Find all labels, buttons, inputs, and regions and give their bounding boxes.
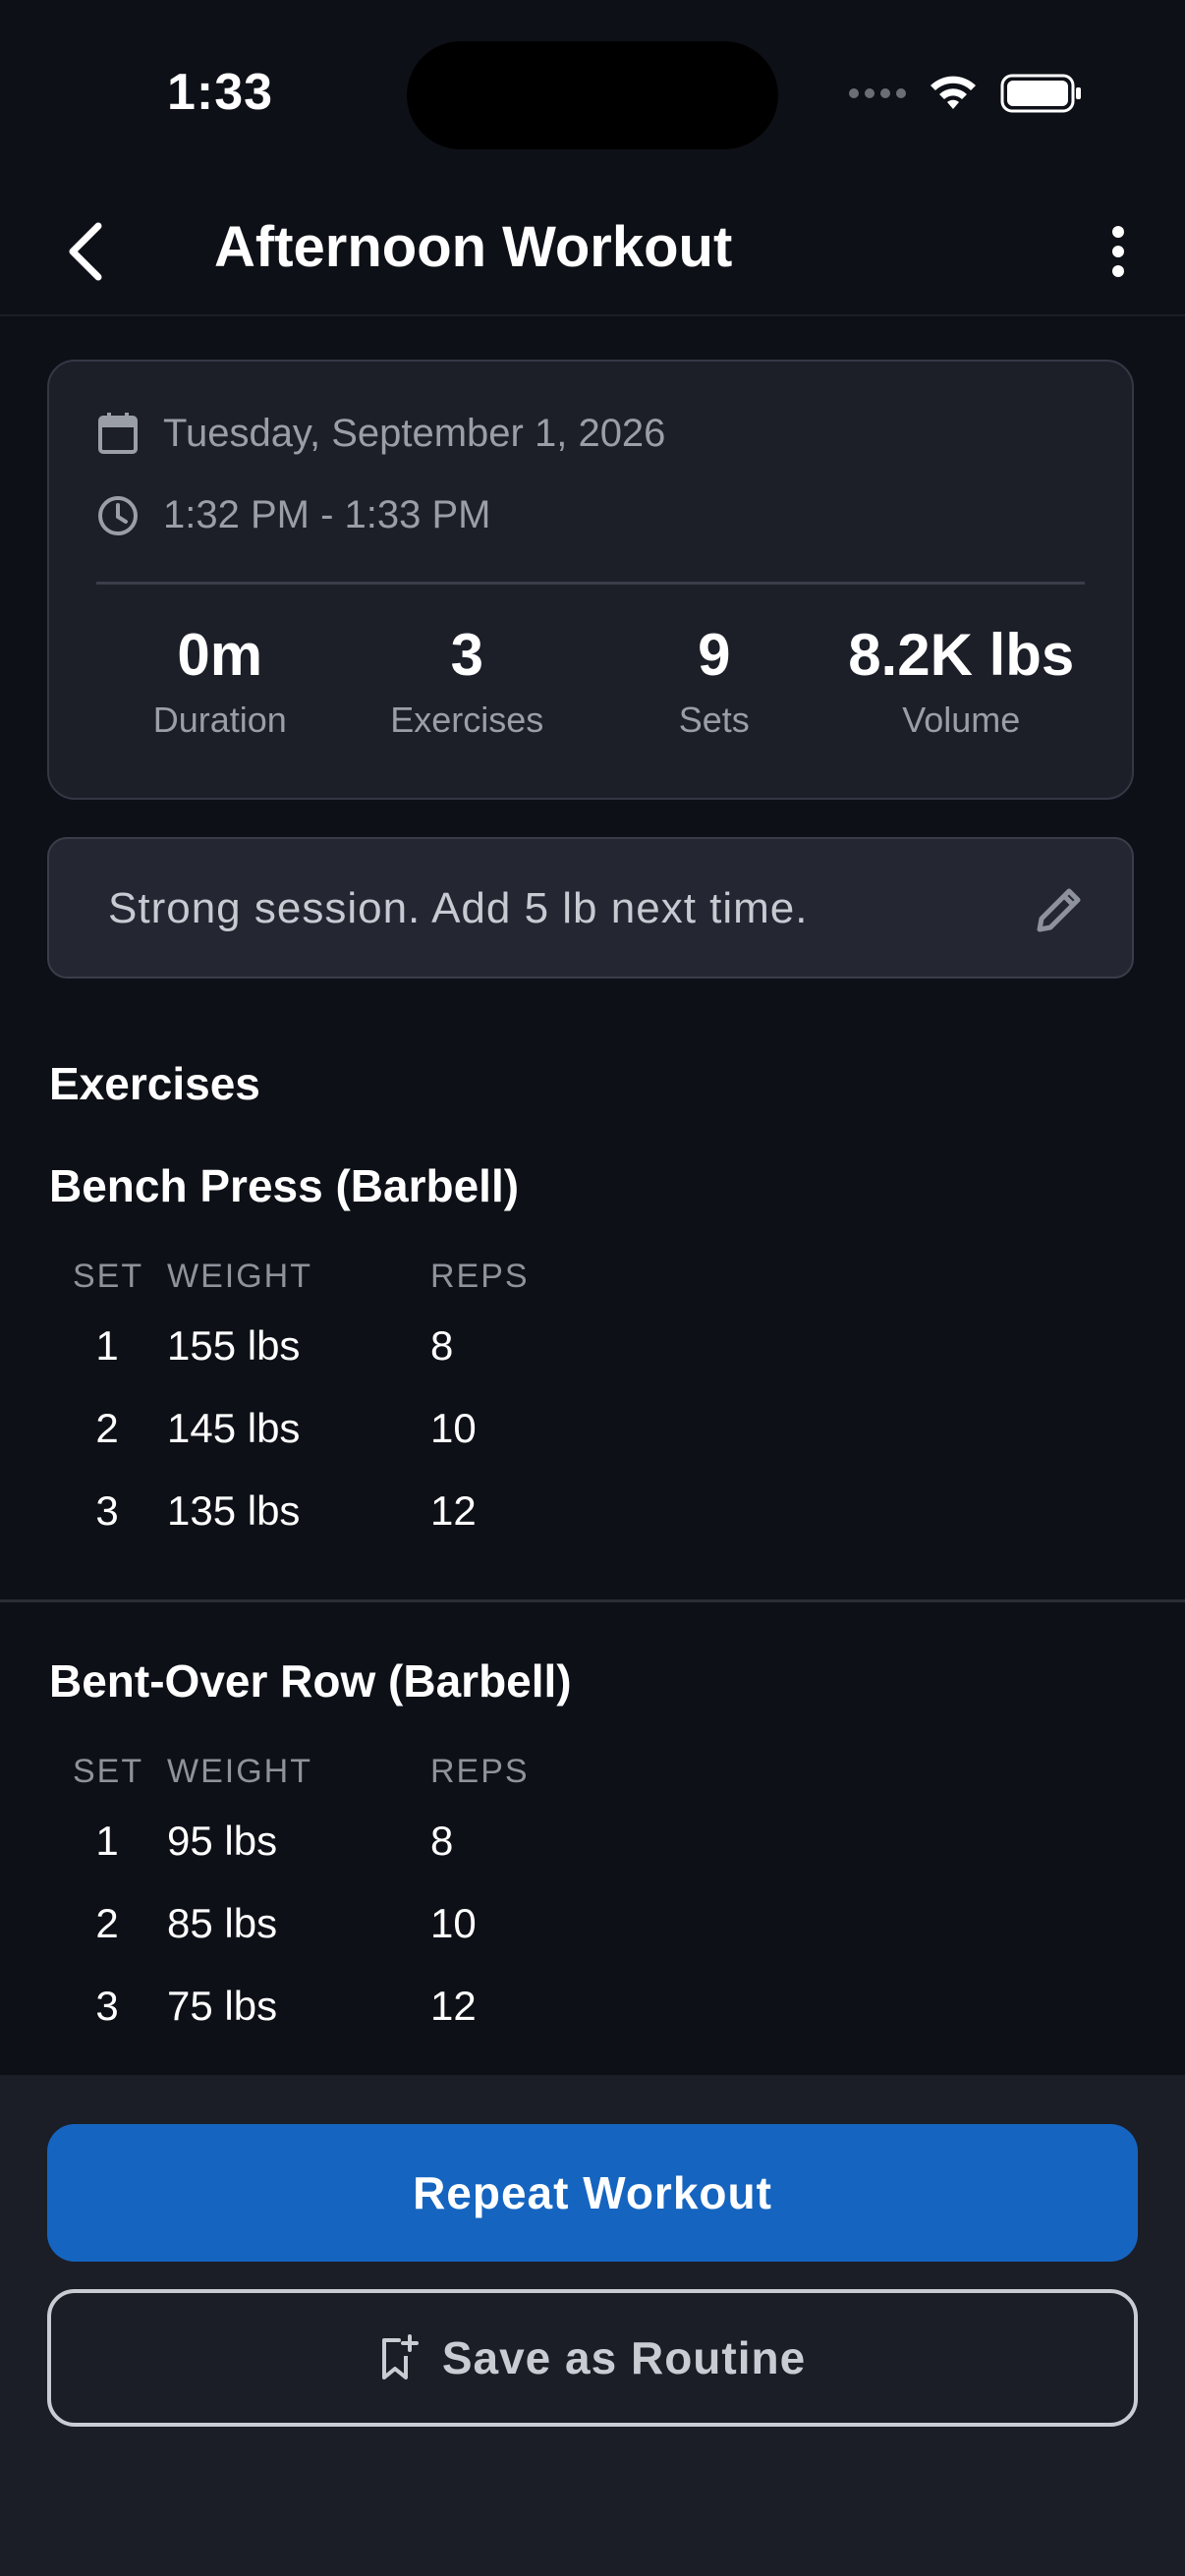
stat-label: Duration bbox=[152, 700, 287, 740]
dynamic-island bbox=[407, 41, 778, 149]
exercises-section-title: Exercises bbox=[49, 1058, 260, 1109]
set-row: 3 75 lbs 12 bbox=[0, 1983, 1185, 2065]
stats-row: 0m Duration 3 Exercises 9 Sets 8.2K lbs … bbox=[96, 621, 1085, 741]
set-reps: 12 bbox=[430, 1983, 477, 2029]
workout-notes[interactable]: Strong session. Add 5 lb next time. bbox=[47, 837, 1134, 979]
set-row: 3 135 lbs 12 bbox=[0, 1487, 1185, 1570]
set-reps: 10 bbox=[430, 1405, 477, 1451]
column-header-set: SET bbox=[73, 1753, 144, 1790]
set-number: 1 bbox=[95, 1322, 119, 1369]
set-number: 3 bbox=[95, 1983, 119, 2029]
set-number: 2 bbox=[95, 1900, 119, 1946]
stat-value: 0m bbox=[177, 622, 263, 688]
stat-exercises: 3 Exercises bbox=[344, 621, 592, 741]
set-reps: 8 bbox=[430, 1322, 454, 1369]
set-row: 1 155 lbs 8 bbox=[0, 1322, 1185, 1405]
workout-summary-card: Tuesday, September 1, 2026 1:32 PM - 1:3… bbox=[47, 360, 1134, 800]
column-header-reps: REPS bbox=[430, 1753, 530, 1790]
repeat-workout-label: Repeat Workout bbox=[413, 2167, 772, 2218]
exercise-name[interactable]: Bench Press (Barbell) bbox=[49, 1159, 519, 1212]
calendar-icon bbox=[98, 413, 138, 454]
set-reps: 10 bbox=[430, 1900, 477, 1946]
stat-value: 3 bbox=[450, 622, 483, 688]
stat-volume: 8.2K lbs Volume bbox=[838, 621, 1086, 741]
status-icons bbox=[849, 73, 1083, 114]
save-as-routine-label: Save as Routine bbox=[441, 2332, 807, 2383]
column-header-weight: WEIGHT bbox=[167, 1258, 312, 1295]
column-header-set: SET bbox=[73, 1258, 144, 1295]
chevron-left-icon bbox=[69, 222, 102, 281]
set-row: 2 145 lbs 10 bbox=[0, 1405, 1185, 1487]
date-row: Tuesday, September 1, 2026 bbox=[96, 411, 665, 456]
set-reps: 8 bbox=[430, 1818, 454, 1864]
set-number: 2 bbox=[95, 1405, 119, 1451]
bottom-action-panel: Repeat Workout Save as Routine bbox=[0, 2075, 1185, 2576]
edit-notes-button[interactable] bbox=[1028, 878, 1091, 941]
status-bar: 1:33 bbox=[0, 0, 1185, 187]
stat-label: Volume bbox=[902, 700, 1021, 740]
more-options-button[interactable] bbox=[1089, 212, 1148, 291]
set-row: 2 85 lbs 10 bbox=[0, 1900, 1185, 1983]
column-header-weight: WEIGHT bbox=[167, 1753, 312, 1790]
set-number: 3 bbox=[95, 1487, 119, 1534]
workout-time-range: 1:32 PM - 1:33 PM bbox=[163, 493, 491, 536]
card-divider bbox=[96, 582, 1085, 585]
stat-label: Sets bbox=[678, 700, 750, 740]
more-vertical-icon bbox=[1112, 226, 1124, 277]
bookmark-add-icon bbox=[381, 2334, 419, 2380]
status-time: 1:33 bbox=[167, 64, 274, 121]
exercise-divider bbox=[0, 1599, 1185, 1602]
stat-value: 8.2K lbs bbox=[848, 622, 1075, 688]
set-reps: 12 bbox=[430, 1487, 477, 1534]
time-row: 1:32 PM - 1:33 PM bbox=[96, 493, 490, 537]
cellular-signal-icon bbox=[849, 88, 906, 98]
set-number: 1 bbox=[95, 1818, 119, 1864]
save-as-routine-button[interactable]: Save as Routine bbox=[47, 2289, 1138, 2427]
set-row: 1 95 lbs 8 bbox=[0, 1818, 1185, 1900]
repeat-workout-button[interactable]: Repeat Workout bbox=[47, 2124, 1138, 2262]
set-weight: 145 lbs bbox=[167, 1405, 301, 1451]
stat-duration: 0m Duration bbox=[96, 621, 344, 741]
stat-sets: 9 Sets bbox=[591, 621, 838, 741]
set-weight: 85 lbs bbox=[167, 1900, 278, 1946]
set-weight: 155 lbs bbox=[167, 1322, 301, 1369]
clock-icon bbox=[98, 495, 138, 535]
pencil-icon bbox=[1037, 888, 1081, 932]
set-weight: 95 lbs bbox=[167, 1818, 278, 1864]
page-title: Afternoon Workout bbox=[214, 215, 733, 279]
set-weight: 135 lbs bbox=[167, 1487, 301, 1534]
exercise-name[interactable]: Bent-Over Row (Barbell) bbox=[49, 1654, 572, 1708]
back-button[interactable] bbox=[47, 212, 126, 291]
stat-value: 9 bbox=[698, 622, 731, 688]
wifi-icon bbox=[931, 76, 976, 109]
notes-text: Strong session. Add 5 lb next time. bbox=[108, 884, 809, 932]
workout-date: Tuesday, September 1, 2026 bbox=[163, 411, 666, 455]
battery-icon bbox=[1000, 74, 1081, 113]
set-weight: 75 lbs bbox=[167, 1983, 278, 2029]
stat-label: Exercises bbox=[390, 700, 544, 740]
column-header-reps: REPS bbox=[430, 1258, 530, 1295]
nav-bar: Afternoon Workout bbox=[0, 187, 1185, 316]
